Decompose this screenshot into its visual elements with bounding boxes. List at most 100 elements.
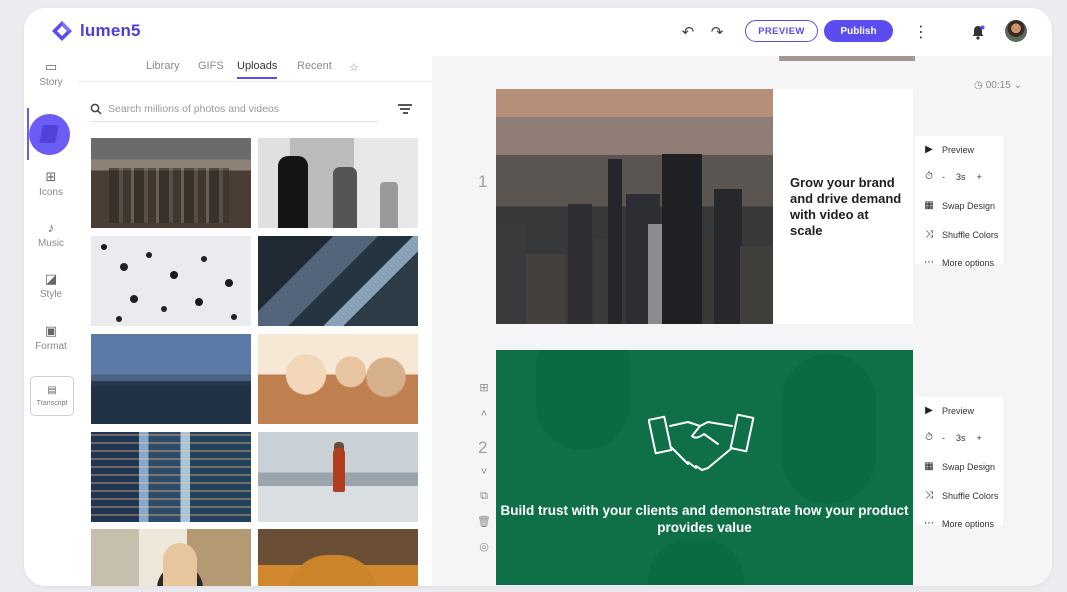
scene-1[interactable]: Grow your brand and drive demand with vi…	[496, 89, 913, 324]
scene-duration-stepper[interactable]: ⏱ - 3s +	[923, 171, 982, 182]
scene-2-options: ▶ Preview ⏱ - 3s + ▦ Swap Design ⤨ Shuff…	[915, 397, 1003, 529]
sidebar-item-label: Style	[39, 289, 63, 300]
handshake-icon	[648, 413, 755, 471]
style-icon: ◪	[44, 271, 58, 286]
sidebar-item-icons[interactable]: ⊞ Icons	[24, 169, 78, 199]
duration-value: 00:15	[985, 80, 1011, 91]
icons-icon: ⊞	[45, 169, 57, 184]
sidebar-item-story[interactable]: ▭ Story	[24, 59, 78, 89]
media-thumbnail[interactable]	[91, 529, 251, 586]
preview-button[interactable]: PREVIEW	[745, 20, 818, 42]
background-shape	[648, 540, 744, 585]
background-shape	[536, 350, 630, 450]
play-icon: ▶	[925, 405, 933, 416]
add-scene-icon[interactable]: ⊞	[476, 381, 492, 394]
undo-icon[interactable]: ↶	[678, 22, 698, 42]
left-sidebar: ▭ Story ⊞ Icons ♪ Music ◪ Style ▣ Format…	[24, 56, 78, 586]
media-search[interactable]: Search millions of photos and videos	[90, 96, 378, 122]
search-icon	[90, 103, 102, 115]
sidebar-item-music[interactable]: ♪ Music	[24, 220, 78, 250]
menu-label: Preview	[942, 405, 975, 416]
story-icon: ▭	[44, 59, 58, 74]
media-thumbnail[interactable]	[258, 138, 418, 228]
media-thumbnail[interactable]	[91, 432, 251, 522]
increase-icon[interactable]: +	[977, 433, 982, 443]
tab-uploads[interactable]: Uploads	[237, 60, 278, 79]
tab-recent[interactable]: Recent	[297, 60, 332, 72]
scene-1-options: ▶ Preview ⏱ - 3s + ▦ Swap Design ⤨ Shuff…	[915, 136, 1003, 268]
transcript-label: Transcript	[36, 400, 68, 407]
more-options-button[interactable]: ⋯ More options	[923, 518, 994, 529]
timer-icon: ⏱	[925, 171, 933, 182]
scene-1-text[interactable]: Grow your brand and drive demand with vi…	[790, 175, 904, 239]
grid-icon: ▦	[924, 461, 934, 472]
media-thumbnail[interactable]	[91, 138, 251, 228]
chevron-up-icon[interactable]: ˄	[476, 408, 492, 420]
transcript-button[interactable]: ▤ Transcript	[30, 376, 74, 416]
more-horizontal-icon: ⋯	[924, 257, 934, 268]
more-horizontal-icon: ⋯	[924, 518, 934, 529]
scene-2-text[interactable]: Build trust with your clients and demons…	[496, 502, 913, 536]
scene-preview-button[interactable]: ▶ Preview	[923, 144, 974, 155]
lumen5-logo-icon	[52, 21, 72, 41]
scene-duration-stepper[interactable]: ⏱ - 3s +	[923, 432, 982, 443]
timer-icon: ⏱	[925, 432, 933, 443]
library-tabs: Library GIFS Uploads Recent ☆	[78, 56, 432, 82]
duplicate-icon[interactable]: ⧉	[476, 490, 492, 503]
sidebar-item-label: Story	[39, 77, 63, 88]
menu-label: More options	[942, 518, 995, 529]
media-thumbnail[interactable]	[258, 334, 418, 424]
user-avatar[interactable]	[1005, 20, 1027, 42]
grid-icon: ▦	[924, 200, 934, 211]
media-thumbnail[interactable]	[91, 236, 251, 326]
media-thumbnail[interactable]	[258, 236, 418, 326]
music-note-icon: ♪	[47, 220, 55, 235]
notification-bell-icon[interactable]	[968, 22, 988, 42]
menu-label: Swap Design	[942, 461, 996, 472]
redo-icon[interactable]: ↷	[707, 22, 727, 42]
shuffle-colors-button[interactable]: ⤨ Shuffle Colors	[923, 490, 998, 501]
sidebar-item-format[interactable]: ▣ Format	[24, 324, 78, 353]
filter-icon[interactable]	[398, 104, 412, 116]
scene-number: 1	[478, 172, 488, 191]
brand-name: lumen5	[80, 21, 141, 40]
storyboard-canvas: ◷ 00:15 ⌄ 1 Grow your brand and drive de…	[432, 56, 1052, 586]
more-vertical-icon[interactable]: ⋮	[911, 22, 931, 42]
media-thumbnail[interactable]	[258, 529, 418, 586]
total-duration[interactable]: ◷ 00:15 ⌄	[974, 80, 1022, 91]
scene-duration-value: 3s	[956, 432, 966, 443]
shuffle-colors-button[interactable]: ⤨ Shuffle Colors	[923, 229, 998, 240]
media-thumbnail[interactable]	[91, 334, 251, 424]
search-input[interactable]: Search millions of photos and videos	[108, 103, 279, 115]
swap-design-button[interactable]: ▦ Swap Design	[923, 461, 995, 472]
media-library-panel: Library GIFS Uploads Recent ☆ Search mil…	[78, 56, 432, 586]
publish-button[interactable]: Publish	[824, 20, 893, 42]
delete-icon[interactable]: 🗑	[476, 515, 492, 528]
scene-duration-value: 3s	[956, 171, 966, 182]
shuffle-icon: ⤨	[925, 229, 933, 240]
menu-label: Shuffle Colors	[942, 490, 999, 501]
scene-number: 2	[478, 438, 488, 457]
more-options-button[interactable]: ⋯ More options	[923, 257, 994, 268]
swap-design-button[interactable]: ▦ Swap Design	[923, 200, 995, 211]
tab-gifs[interactable]: GIFS	[198, 60, 224, 72]
background-shape	[782, 354, 876, 504]
decrease-icon[interactable]: -	[942, 172, 945, 182]
media-thumbnail[interactable]	[258, 432, 418, 522]
scene-2[interactable]: Build trust with your clients and demons…	[496, 350, 913, 585]
increase-icon[interactable]: +	[977, 172, 982, 182]
brand-logo[interactable]: lumen5	[50, 19, 141, 43]
decrease-icon[interactable]: -	[942, 433, 945, 443]
favorites-star-icon[interactable]: ☆	[349, 61, 359, 74]
menu-label: Swap Design	[942, 200, 996, 211]
scene-preview-button[interactable]: ▶ Preview	[923, 405, 974, 416]
sidebar-item-label: Icons	[39, 187, 63, 198]
sidebar-item-label: Music	[37, 238, 65, 249]
menu-label: Shuffle Colors	[942, 229, 999, 240]
chevron-down-icon: ⌄	[1013, 80, 1023, 91]
sidebar-item-style[interactable]: ◪ Style	[24, 271, 78, 301]
camera-icon[interactable]: ◎	[476, 540, 492, 553]
tab-library[interactable]: Library	[146, 60, 180, 72]
chevron-down-icon[interactable]: ˅	[476, 466, 492, 478]
previous-scene-edge	[779, 56, 915, 61]
